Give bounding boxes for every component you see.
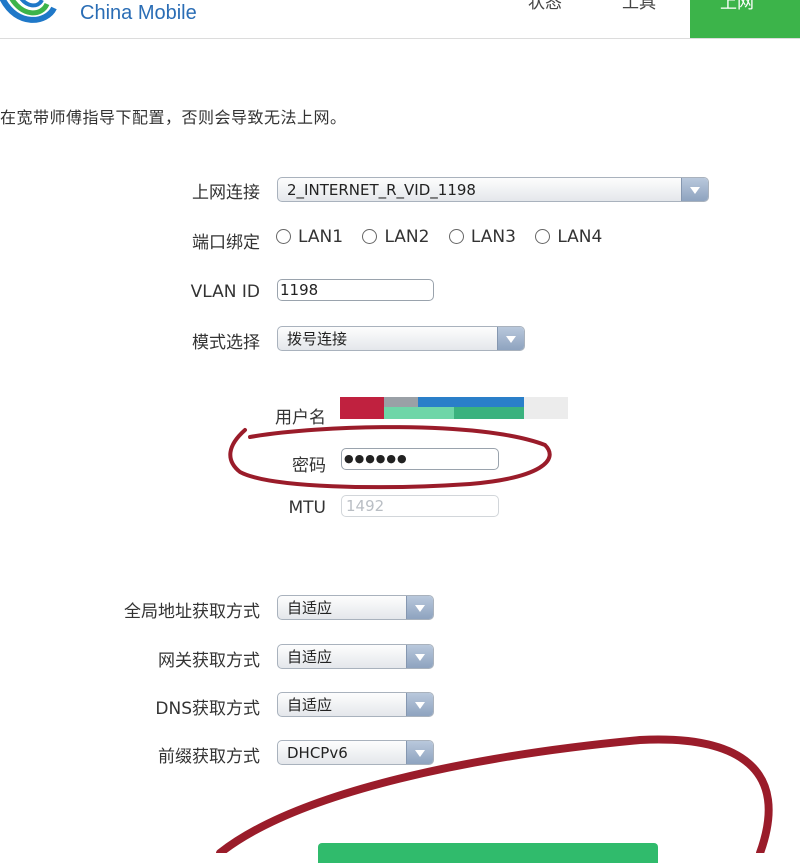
port-binding-group: LAN1 LAN2 LAN3 LAN4: [276, 227, 616, 247]
gateway-select[interactable]: 自适应: [277, 644, 434, 669]
chevron-down-icon: [406, 741, 433, 764]
confirm-button[interactable]: [318, 843, 658, 863]
mode-label: 模式选择: [192, 333, 260, 353]
radio-circle-icon: [276, 229, 291, 244]
config-notice: 在宽带师傅指导下配置，否则会导致无法上网。: [0, 108, 347, 127]
connection-select[interactable]: 2_INTERNET_R_VID_1198: [277, 177, 709, 202]
vlan-id-label: VLAN ID: [190, 282, 260, 302]
chevron-down-icon: [681, 178, 708, 201]
redacted-username-image: [340, 397, 568, 419]
top-header: China Mobile 状态 工具 上网: [0, 0, 800, 39]
connection-label: 上网连接: [192, 183, 260, 203]
brand-name: China Mobile: [80, 2, 197, 24]
username-label: 用户名: [275, 408, 326, 428]
radio-lan4[interactable]: LAN4: [535, 227, 602, 247]
mtu-label: MTU: [288, 498, 327, 518]
prefix-label: 前缀获取方式: [158, 747, 260, 767]
dns-value: 自适应: [287, 696, 333, 714]
radio-lan3[interactable]: LAN3: [448, 227, 516, 247]
radio-circle-icon: [535, 229, 551, 244]
nav-internet-label: 上网: [720, 0, 754, 13]
vlan-id-input[interactable]: 1198: [277, 279, 434, 301]
radio-circle-icon: [448, 229, 464, 244]
dns-label: DNS获取方式: [155, 699, 260, 719]
mode-select[interactable]: 拨号连接: [277, 326, 525, 351]
prefix-select[interactable]: DHCPv6: [277, 740, 434, 765]
nav-status[interactable]: 状态: [528, 0, 562, 13]
chevron-down-icon: [497, 327, 524, 350]
mtu-input[interactable]: 1492: [341, 495, 499, 517]
global-address-label: 全局地址获取方式: [124, 602, 260, 622]
port-binding-label: 端口绑定: [192, 233, 260, 253]
chevron-down-icon: [406, 693, 433, 716]
dns-select[interactable]: 自适应: [277, 692, 434, 717]
radio-lan2[interactable]: LAN2: [362, 227, 429, 247]
global-address-value: 自适应: [287, 599, 333, 617]
password-label: 密码: [292, 456, 326, 476]
radio-circle-icon: [362, 229, 378, 244]
mode-value: 拨号连接: [287, 330, 348, 348]
gateway-value: 自适应: [287, 648, 333, 666]
connection-value: 2_INTERNET_R_VID_1198: [287, 181, 476, 199]
radio-lan1[interactable]: LAN1: [276, 227, 343, 247]
nav-tools[interactable]: 工具: [622, 0, 656, 13]
global-address-select[interactable]: 自适应: [277, 595, 434, 620]
gateway-label: 网关获取方式: [158, 651, 260, 671]
china-mobile-logo-icon: [0, 0, 57, 23]
chevron-down-icon: [406, 645, 433, 668]
chevron-down-icon: [406, 596, 433, 619]
nav-internet[interactable]: 上网: [690, 0, 800, 38]
password-input[interactable]: ●●●●●●: [341, 448, 499, 470]
prefix-value: DHCPv6: [287, 744, 348, 762]
